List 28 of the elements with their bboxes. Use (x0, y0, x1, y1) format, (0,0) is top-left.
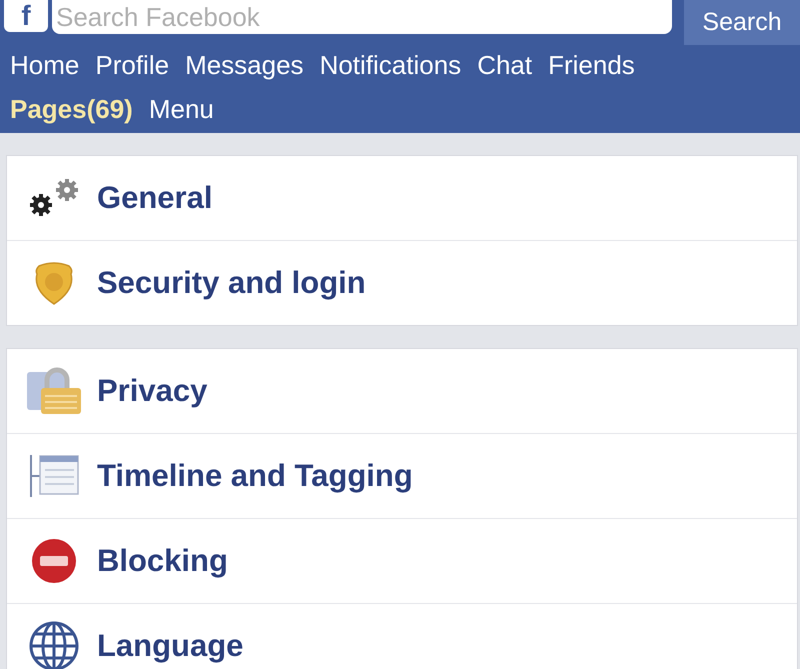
settings-label: Language (97, 628, 244, 664)
settings-item[interactable]: Timeline and Tagging (7, 433, 797, 518)
nav-link[interactable]: Home (10, 51, 80, 79)
search-field[interactable]: Search Facebook (52, 0, 672, 34)
settings-item[interactable]: Privacy (7, 349, 797, 433)
blocked-icon (30, 537, 78, 585)
settings-label: General (97, 180, 212, 216)
nav-link[interactable]: Friends (548, 51, 635, 79)
nav-link[interactable]: Notifications (320, 51, 462, 79)
nav-link[interactable]: Pages(69) (10, 95, 133, 123)
logo[interactable]: f (4, 0, 48, 32)
settings-item[interactable]: Security and login (7, 240, 797, 325)
nav-link[interactable]: Menu (148, 95, 214, 123)
padlock-icon (25, 366, 83, 416)
nav-link[interactable]: Messages (185, 51, 304, 79)
settings-label: Privacy (97, 373, 208, 409)
settings-label: Timeline and Tagging (97, 458, 413, 494)
nav-link[interactable]: Profile (95, 51, 170, 79)
settings-item[interactable]: General (7, 156, 797, 240)
nav-link[interactable]: Chat (477, 51, 532, 79)
timeline-icon (28, 453, 80, 499)
settings-item[interactable]: Blocking (7, 518, 797, 603)
gears-icon (27, 178, 81, 218)
settings-item[interactable]: Language (7, 603, 797, 669)
settings-label: Blocking (97, 543, 228, 579)
globe-icon (28, 620, 80, 669)
search-button[interactable]: Search (684, 0, 800, 45)
settings-label: Security and login (97, 265, 366, 301)
